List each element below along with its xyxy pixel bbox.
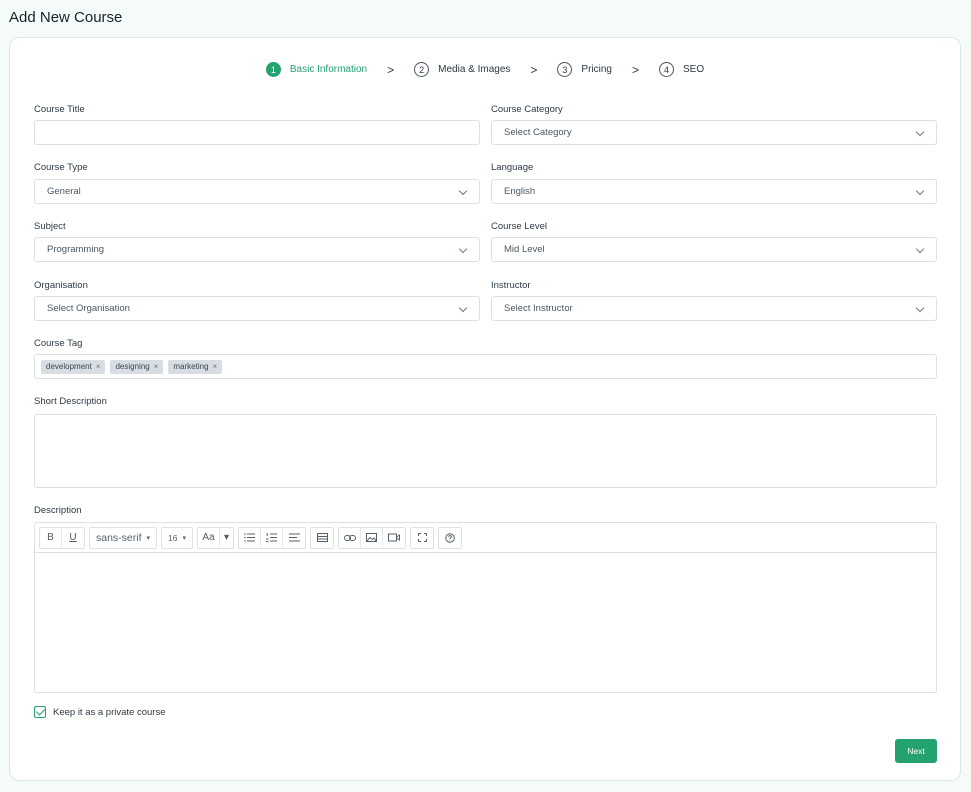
chevron-down-icon xyxy=(915,244,925,254)
chevron-down-icon xyxy=(458,186,468,196)
subject-select[interactable]: Programming xyxy=(34,237,480,262)
caret-down-icon: ▾ xyxy=(182,534,187,542)
chevron-down-icon xyxy=(915,303,925,313)
description-label: Description xyxy=(34,505,82,516)
instructor-value: Select Instructor xyxy=(504,303,573,314)
subject-label: Subject xyxy=(34,221,66,232)
chevron-down-icon xyxy=(458,303,468,313)
close-icon[interactable]: × xyxy=(213,362,218,371)
close-icon[interactable]: × xyxy=(96,362,101,371)
page-title: Add New Course xyxy=(9,9,123,26)
step-number: 2 xyxy=(414,62,430,77)
course-type-value: General xyxy=(47,186,81,197)
course-level-value: Mid Level xyxy=(504,244,545,255)
align-left-icon[interactable] xyxy=(283,528,305,548)
step-number: 1 xyxy=(265,62,281,77)
tag-chip: marketing × xyxy=(168,359,223,374)
organisation-label: Organisation xyxy=(34,280,88,291)
course-type-label: Course Type xyxy=(34,162,88,173)
link-icon[interactable] xyxy=(339,527,362,548)
course-type-select[interactable]: General xyxy=(34,179,480,204)
language-label: Language xyxy=(491,162,534,173)
font-size-control: 16 ▾ xyxy=(162,528,192,548)
close-icon[interactable]: × xyxy=(154,362,159,371)
course-category-select[interactable]: Select Category xyxy=(491,120,937,145)
private-course-checkbox-row[interactable]: Keep it as a private course xyxy=(34,706,165,718)
unordered-list-icon[interactable] xyxy=(239,527,262,548)
font-size-value: 16 xyxy=(168,532,178,543)
private-course-checkbox[interactable] xyxy=(34,706,46,718)
fullscreen-icon[interactable] xyxy=(411,528,433,548)
step-label: Basic Information xyxy=(289,64,368,75)
step-label: Media & Images xyxy=(438,64,511,75)
language-value: English xyxy=(504,186,536,197)
tag-text: development xyxy=(46,362,92,371)
step-number: 4 xyxy=(659,62,675,77)
step-label: Pricing xyxy=(581,64,612,75)
language-select[interactable]: English xyxy=(491,179,937,204)
chevron-down-icon xyxy=(915,186,925,196)
chevron-right-icon: > xyxy=(530,62,538,77)
course-title-input[interactable] xyxy=(34,120,480,145)
editor-toolbar: B U sans-serif ▾ 16 ▾ Aa ▾ xyxy=(35,523,936,553)
text-style-group: Aa ▾ xyxy=(197,526,235,549)
chevron-down-icon xyxy=(458,244,468,254)
course-category-value: Select Category xyxy=(504,127,572,138)
tag-chip: development × xyxy=(41,359,106,374)
list-group xyxy=(238,526,307,549)
next-button[interactable]: Next xyxy=(895,739,937,763)
tag-text: designing xyxy=(115,362,150,371)
step-media-images[interactable]: 2 Media & Images xyxy=(414,62,510,77)
description-editor: B U sans-serif ▾ 16 ▾ Aa ▾ xyxy=(34,522,937,693)
organisation-value: Select Organisation xyxy=(47,303,130,314)
step-label: SEO xyxy=(683,64,705,75)
instructor-label: Instructor xyxy=(491,280,531,291)
insert-group xyxy=(338,526,407,549)
bold-button[interactable]: B xyxy=(40,527,62,548)
step-number: 3 xyxy=(557,62,573,77)
course-category-label: Course Category xyxy=(491,104,563,115)
stepper: 1 Basic Information > 2 Media & Images >… xyxy=(10,62,960,77)
ordered-list-icon[interactable] xyxy=(261,527,284,548)
course-title-label: Course Title xyxy=(34,104,85,115)
subject-value: Programming xyxy=(47,244,105,255)
table-group xyxy=(310,526,335,549)
course-tag-label: Course Tag xyxy=(34,338,83,349)
editor-content-area[interactable] xyxy=(35,553,936,692)
font-family-control: sans-serif ▾ xyxy=(90,528,156,548)
instructor-select[interactable]: Select Instructor xyxy=(491,296,937,321)
video-icon[interactable] xyxy=(383,528,405,548)
font-family-value: sans-serif xyxy=(96,531,142,544)
image-icon[interactable] xyxy=(361,527,384,548)
underline-button[interactable]: U xyxy=(62,528,84,548)
add-course-card: 1 Basic Information > 2 Media & Images >… xyxy=(9,37,961,781)
tag-text: marketing xyxy=(173,362,209,371)
course-level-select[interactable]: Mid Level xyxy=(491,237,937,262)
format-group: B U xyxy=(39,526,85,549)
short-description-label: Short Description xyxy=(34,396,107,407)
step-pricing[interactable]: 3 Pricing xyxy=(557,62,612,77)
help-group xyxy=(438,526,463,549)
tag-chip: designing × xyxy=(110,359,164,374)
course-tag-input[interactable]: development × designing × marketing × xyxy=(34,354,937,379)
chevron-down-icon xyxy=(915,127,925,137)
chevron-right-icon: > xyxy=(387,62,395,77)
font-size-dropdown[interactable]: 16 ▾ xyxy=(161,526,194,549)
caret-down-icon: ▾ xyxy=(146,534,151,542)
table-icon[interactable] xyxy=(311,528,333,548)
chevron-right-icon: > xyxy=(632,62,640,77)
step-basic-information[interactable]: 1 Basic Information xyxy=(265,62,368,77)
private-course-label: Keep it as a private course xyxy=(53,706,166,718)
help-icon[interactable] xyxy=(439,528,461,548)
view-group xyxy=(410,526,435,549)
short-description-textarea[interactable] xyxy=(34,414,937,488)
font-family-dropdown[interactable]: sans-serif ▾ xyxy=(89,526,158,549)
caret-down-icon[interactable]: ▾ xyxy=(220,528,233,548)
step-seo[interactable]: 4 SEO xyxy=(659,62,704,77)
text-style-button[interactable]: Aa xyxy=(198,527,221,548)
course-level-label: Course Level xyxy=(491,221,547,232)
organisation-select[interactable]: Select Organisation xyxy=(34,296,480,321)
